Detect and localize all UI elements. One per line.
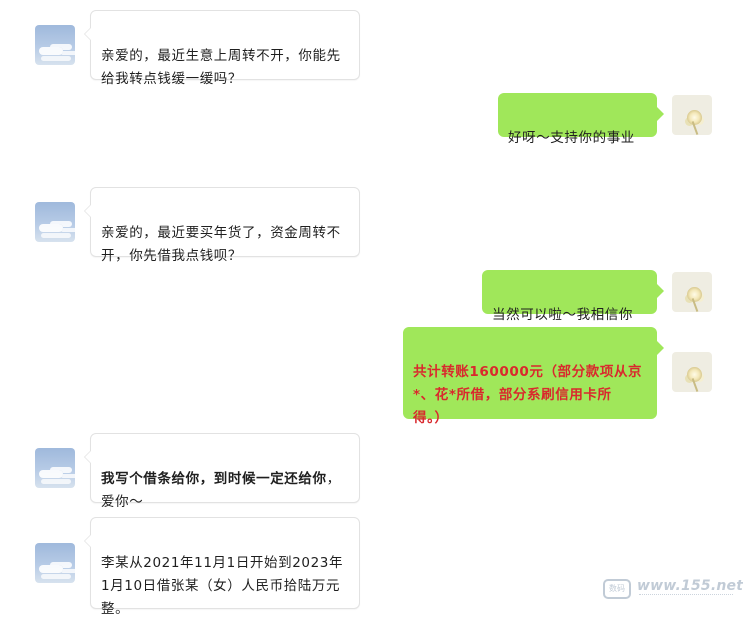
user-avatar[interactable] bbox=[672, 352, 712, 392]
contact-avatar[interactable] bbox=[35, 25, 75, 65]
user-avatar[interactable] bbox=[672, 95, 712, 135]
message-text: 当然可以啦～我相信你 bbox=[492, 307, 633, 323]
watermark-site-text: www.155.net bbox=[637, 578, 743, 594]
message-text: 亲爱的，最近生意上周转不开，你能先给我转点钱缓一缓吗？ bbox=[101, 48, 341, 87]
contact-avatar[interactable] bbox=[35, 202, 75, 242]
received-message[interactable]: 我写个借条给你，到时候一定还给你，爱你～ bbox=[84, 433, 360, 510]
received-message-iou[interactable]: 李某从2021年11月1日开始到2023年1月10日借张某（女）人民币拾陆万元整… bbox=[84, 517, 360, 617]
sent-message[interactable]: 好呀～支持你的事业 bbox=[498, 93, 664, 146]
message-text: 李某从2021年11月1日开始到2023年1月10日借张某（女）人民币拾陆万元整… bbox=[101, 555, 344, 617]
watermark-underline bbox=[639, 594, 733, 598]
user-avatar[interactable] bbox=[672, 272, 712, 312]
sent-message-transfer-summary[interactable]: 共计转账160000元（部分款项从京*、花*所借，部分系刷信用卡所得。） bbox=[403, 327, 664, 426]
message-text: 好呀～支持你的事业 bbox=[508, 130, 635, 146]
sent-message[interactable]: 当然可以啦～我相信你 bbox=[482, 270, 664, 323]
contact-avatar[interactable] bbox=[35, 448, 75, 488]
received-message[interactable]: 亲爱的，最近要买年货了，资金周转不开，你先借我点钱呗？ bbox=[84, 187, 360, 264]
message-text: 共计转账160000元（部分款项从京*、花*所借，部分系刷信用卡所得。） bbox=[413, 364, 643, 426]
site-watermark: 数码 www.155.net bbox=[603, 576, 743, 604]
watermark-logo-icon: 数码 bbox=[603, 579, 631, 599]
contact-avatar[interactable] bbox=[35, 543, 75, 583]
message-text: 亲爱的，最近要买年货了，资金周转不开，你先借我点钱呗？ bbox=[101, 225, 341, 264]
received-message[interactable]: 亲爱的，最近生意上周转不开，你能先给我转点钱缓一缓吗？ bbox=[84, 10, 360, 87]
message-text-bold: 我写个借条给你，到时候一定还给你 bbox=[101, 471, 327, 487]
